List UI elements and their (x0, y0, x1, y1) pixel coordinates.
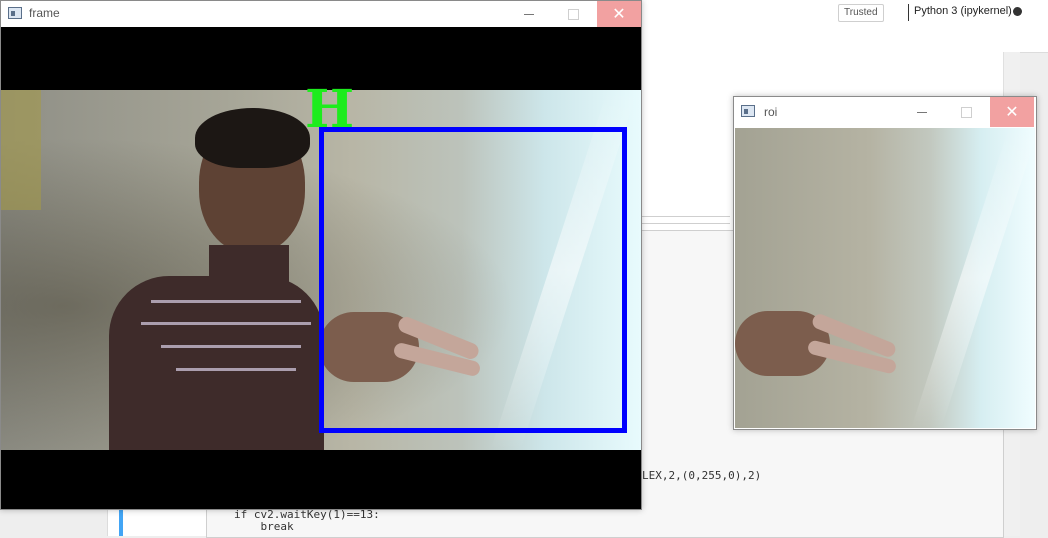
cell-border-line (640, 216, 730, 217)
window-app-icon (8, 7, 22, 19)
minimize-icon (917, 112, 927, 113)
maximize-button[interactable] (944, 97, 988, 127)
frame-window[interactable]: frame ✕ H (0, 0, 642, 510)
window-app-icon (741, 105, 755, 117)
code-fragment: LEX,2,(0,255,0),2) (642, 469, 762, 482)
minimize-button[interactable] (900, 97, 944, 127)
roi-window[interactable]: roi ✕ (733, 96, 1037, 430)
trusted-badge[interactable]: Trusted (838, 4, 884, 22)
close-button[interactable]: ✕ (990, 97, 1034, 127)
code-line-break: break (234, 520, 294, 533)
cell-border-line (640, 223, 730, 224)
close-icon: ✕ (612, 4, 626, 23)
roi-window-title: roi (764, 105, 778, 119)
maximize-icon (567, 9, 579, 20)
roi-bounding-box (319, 127, 627, 433)
maximize-button[interactable] (551, 1, 595, 27)
minimize-icon (524, 14, 534, 15)
predicted-letter-label: H (305, 79, 355, 140)
kernel-status-icon (1013, 7, 1022, 16)
roi-titlebar[interactable]: roi ✕ (734, 97, 1036, 127)
frame-titlebar[interactable]: frame ✕ (1, 1, 641, 27)
close-button[interactable]: ✕ (597, 1, 641, 27)
roi-image (735, 128, 1035, 428)
toolbar-divider (908, 4, 909, 21)
kernel-name[interactable]: Python 3 (ipykernel) (914, 5, 1012, 17)
maximize-icon (960, 107, 972, 118)
frame-window-title: frame (29, 6, 60, 20)
minimize-button[interactable] (507, 1, 551, 27)
close-icon: ✕ (1005, 102, 1019, 121)
